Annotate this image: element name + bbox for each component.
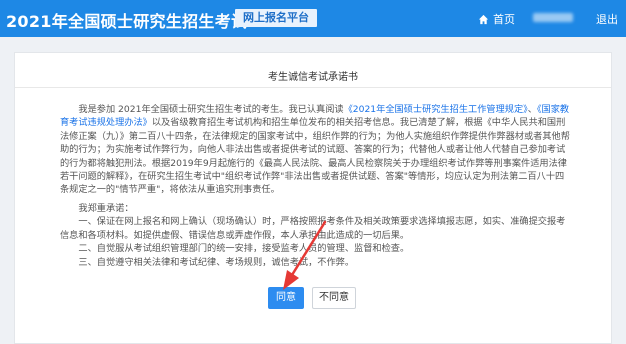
username-redacted (533, 13, 573, 22)
pledge-list: 我郑重承诺： 一、保证在网上报名和网上确认（现场确认）时，严格按照报考条件及相关… (60, 202, 572, 269)
home-link[interactable]: 首页 (478, 11, 515, 27)
disagree-button[interactable]: 不同意 (312, 287, 356, 309)
home-label: 首页 (493, 13, 515, 26)
title-divider (15, 87, 611, 88)
page-title: 考生诚信考试承诺书 (268, 72, 358, 83)
admission-rules-link[interactable]: 《2021年全国硕士研究生招生工作管理规定》 (344, 104, 528, 115)
home-icon (478, 14, 489, 24)
platform-badge: 网上报名平台 (235, 9, 317, 27)
statement-text-2: 、 (527, 104, 537, 115)
statement-text-3: 以及省级教育招生考试机构和招生单位发布的相关招考信息。我已清楚了解，根据《中华人… (60, 117, 570, 196)
pledge-item-1: 一、保证在网上报名和网上确认（现场确认）时，严格按照报考条件及相关政策要求选择填… (60, 216, 566, 241)
top-navigation-bar: 2021年全国硕士研究生招生考试 网上报名平台 首页 退出 (0, 0, 626, 37)
app-title: 2021年全国硕士研究生招生考试 (6, 12, 248, 31)
pledge-intro: 我郑重承诺： (78, 203, 134, 214)
pledge-statement: 我是参加 2021年全国硕士研究生招生考试的考生。我已认真阅读《2021年全国硕… (60, 103, 572, 197)
logout-link[interactable]: 退出 (596, 11, 618, 27)
statement-text-1: 我是参加 2021年全国硕士研究生招生考试的考生。我已认真阅读 (78, 104, 344, 115)
agree-button[interactable]: 同意 (268, 287, 304, 309)
pledge-card: 考生诚信考试承诺书 我是参加 2021年全国硕士研究生招生考试的考生。我已认真阅… (14, 52, 612, 344)
pledge-item-2: 二、自觉服从考试组织管理部门的统一安排，接受监考人员的管理、监督和检查。 (78, 243, 410, 255)
pledge-item-3: 三、自觉遵守相关法律和考试纪律、考场规则，诚信考试，不作弊。 (78, 256, 355, 268)
